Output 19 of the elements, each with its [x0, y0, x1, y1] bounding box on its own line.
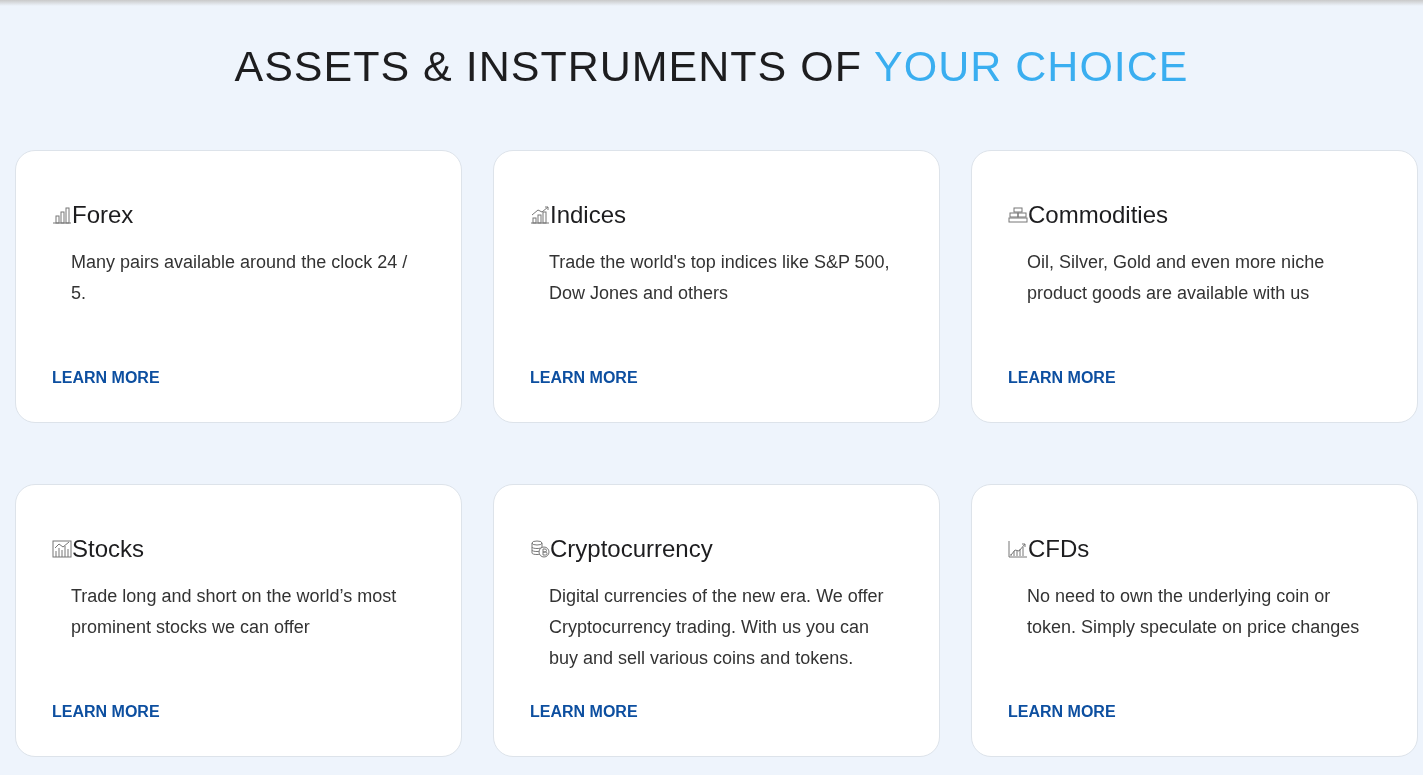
- card-title: Indices: [550, 201, 627, 229]
- learn-more-link[interactable]: LEARN MORE: [530, 703, 638, 721]
- card-title: Forex: [72, 201, 134, 229]
- page-heading: ASSETS & INSTRUMENTS OF YOUR CHOICE: [234, 42, 1189, 91]
- card-description: Many pairs available around the clock 24 / 5.: [71, 251, 409, 305]
- learn-more-link[interactable]: LEARN MORE: [52, 369, 160, 387]
- learn-more-link[interactable]: LEARN MORE: [1008, 703, 1116, 721]
- card-title: CFDs: [1028, 535, 1090, 563]
- card-description: Oil, Silver, Gold and even more niche product goods are available with us: [1027, 251, 1326, 305]
- card-description: Digital currencies of the new era. We offer Cryptocurrency trading. With us you can buy and sell various coins and tokens.: [549, 585, 885, 670]
- card-description: Trade the world's top indices like S&P 500, Dow Jones and others: [549, 251, 891, 305]
- learn-more-link[interactable]: LEARN MORE: [1008, 369, 1116, 387]
- learn-more-link[interactable]: LEARN MORE: [52, 703, 160, 721]
- card-description: Trade long and short on the world’s most prominent stocks we can offer: [71, 585, 398, 639]
- card-description: No need to own the underlying coin or token. Simply speculate on price changes: [1027, 585, 1361, 639]
- card-title: Cryptocurrency: [550, 535, 713, 563]
- card-title: Commodities: [1028, 201, 1169, 229]
- learn-more-link[interactable]: LEARN MORE: [530, 369, 638, 387]
- card-title: Stocks: [72, 535, 145, 563]
